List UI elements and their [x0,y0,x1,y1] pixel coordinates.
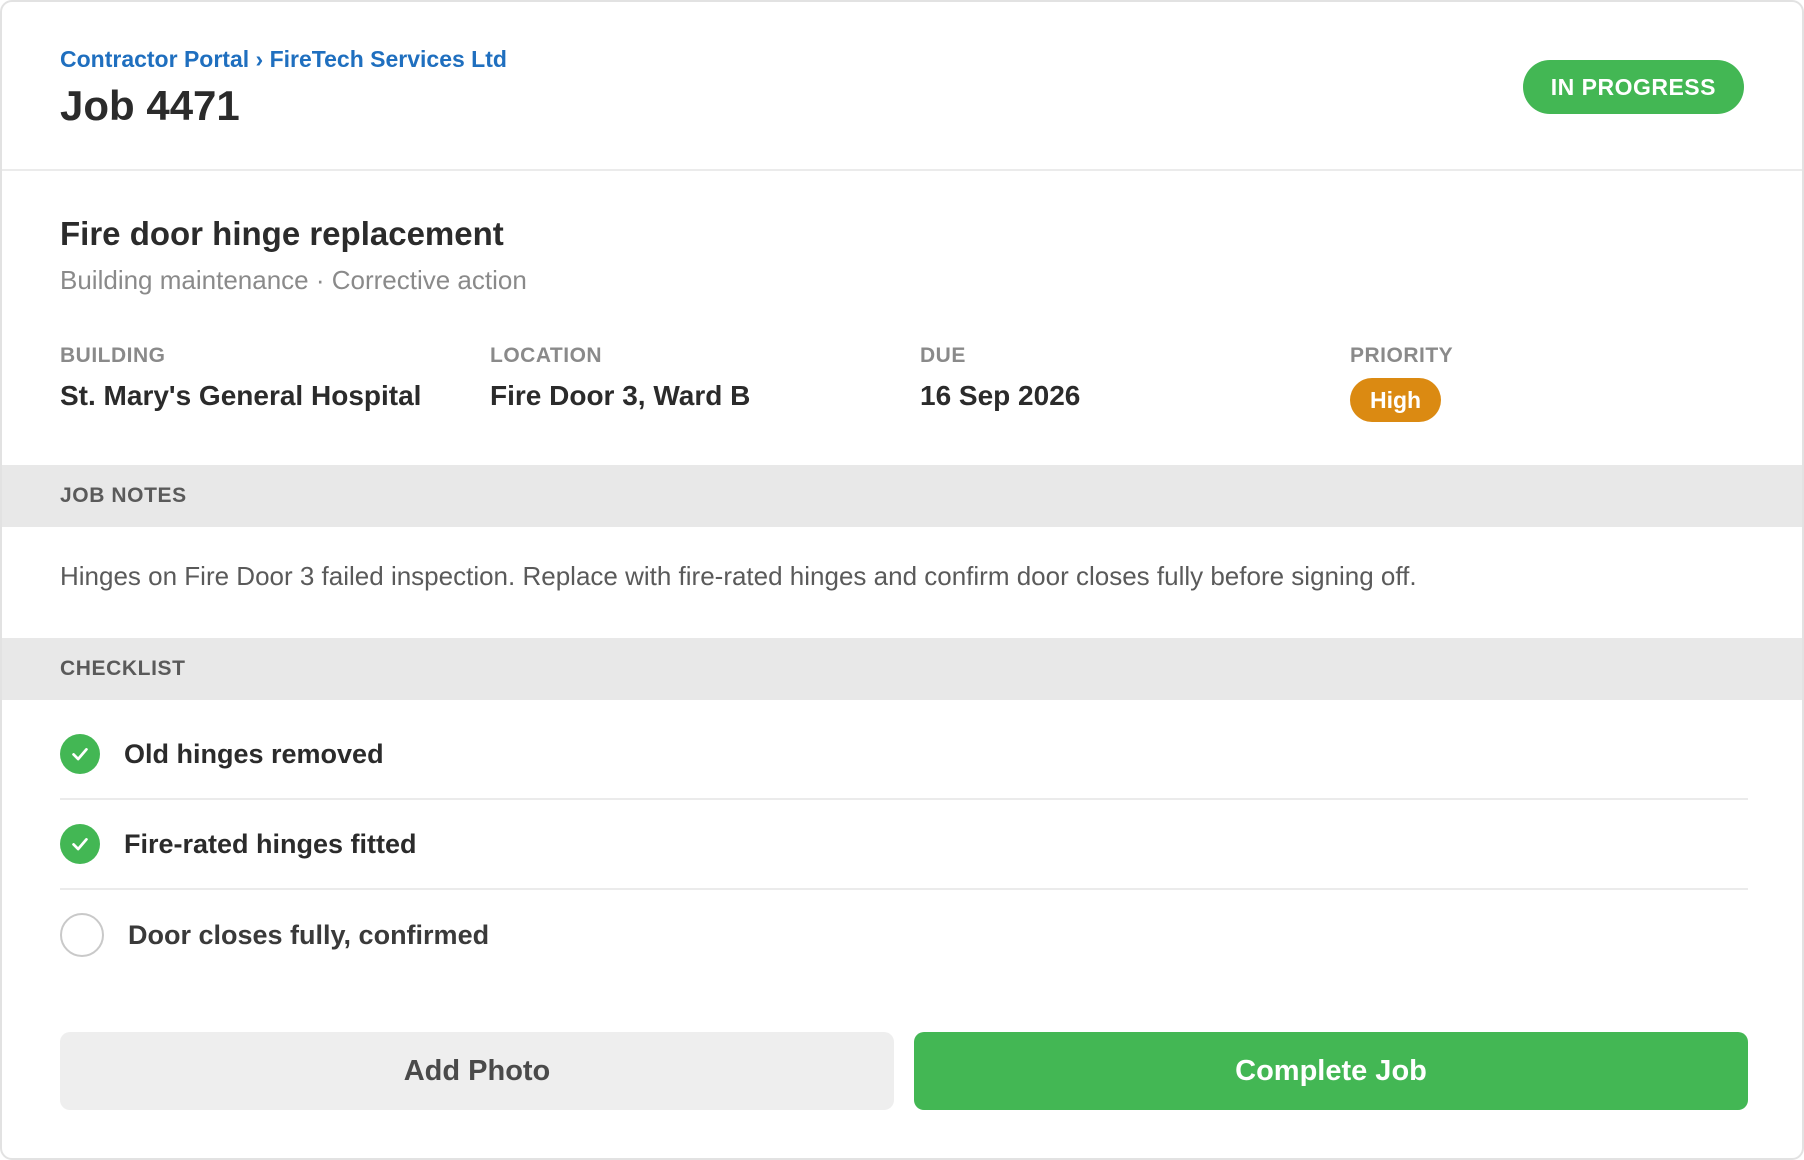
breadcrumb-separator: › [249,46,270,72]
task-subtitle: Building maintenance · Corrective action [60,265,527,295]
meta-priority: PRIORITY High [1350,342,1453,422]
section-header-job-notes: JOB NOTES [2,465,1802,527]
task-summary: Fire door hinge replacement Building mai… [60,212,1748,298]
job-notes-text: Hinges on Fire Door 3 failed inspection.… [60,561,1417,591]
checklist-item-label: Door closes fully, confirmed [128,919,490,950]
meta-label: DUE [920,344,966,367]
meta-location: LOCATION Fire Door 3, Ward B [490,342,750,414]
meta-label: BUILDING [60,344,166,367]
complete-job-button[interactable]: Complete Job [914,1032,1748,1110]
meta-label: LOCATION [490,344,603,367]
job-meta: BUILDING St. Mary's General Hospital LOC… [60,342,1748,422]
breadcrumb: Contractor Portal › FireTech Services Lt… [60,44,530,74]
breadcrumb-link-portal[interactable]: Contractor Portal [60,46,249,72]
job-header: Contractor Portal › FireTech Services Lt… [2,2,1802,171]
check-icon[interactable] [60,824,100,864]
checklist-item[interactable]: Old hinges removed [60,710,1748,800]
meta-building: BUILDING St. Mary's General Hospital [60,342,421,414]
checklist: Old hinges removed Fire-rated hinges fit… [60,710,1748,980]
meta-value: St. Mary's General Hospital [60,380,422,411]
meta-due: DUE 16 Sep 2026 [920,342,1080,414]
checklist-item-label: Old hinges removed [124,738,384,769]
meta-value: 16 Sep 2026 [920,380,1081,411]
meta-value: Fire Door 3, Ward B [490,380,751,411]
check-icon[interactable] [60,734,100,774]
checklist-item[interactable]: Door closes fully, confirmed [60,890,1748,980]
task-title: Fire door hinge replacement [60,215,504,252]
status-badge: IN PROGRESS [1522,60,1744,114]
checklist-item[interactable]: Fire-rated hinges fitted [60,800,1748,890]
breadcrumb-link-company[interactable]: FireTech Services Ltd [270,46,507,72]
empty-circle-icon[interactable] [60,913,104,957]
checklist-item-label: Fire-rated hinges fitted [124,828,417,859]
page-title: Job 4471 [60,82,240,129]
section-header-checklist: CHECKLIST [2,638,1802,700]
job-card: Contractor Portal › FireTech Services Lt… [0,0,1804,1160]
add-photo-button[interactable]: Add Photo [60,1032,894,1110]
meta-label: PRIORITY [1350,344,1454,367]
priority-badge: High [1350,378,1442,422]
